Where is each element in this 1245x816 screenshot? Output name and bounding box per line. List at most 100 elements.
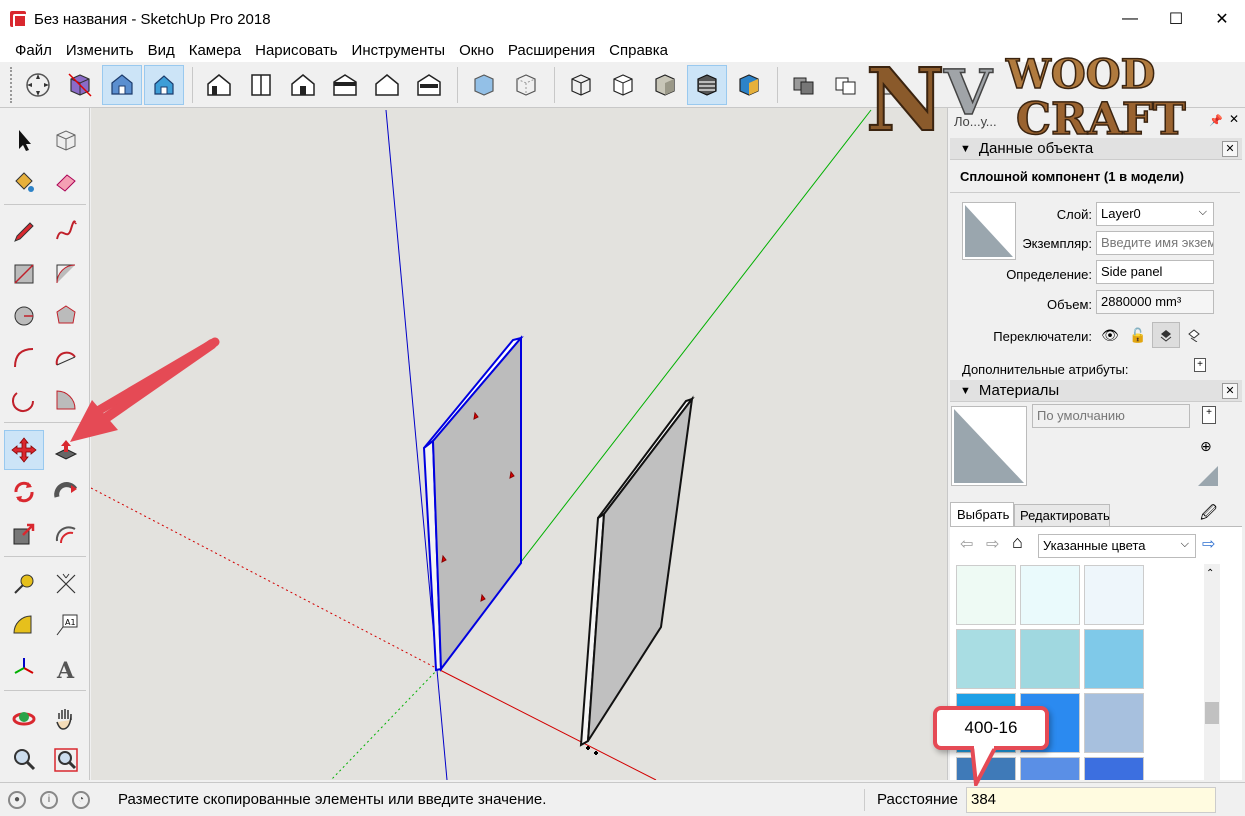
entity-info-header[interactable]: ▼ Данные объекта ✕ xyxy=(950,138,1242,160)
style-hidden-line-icon[interactable] xyxy=(603,65,643,105)
geolocation-icon[interactable]: ● xyxy=(8,790,26,809)
pin-icon[interactable]: 📌 xyxy=(1209,114,1223,127)
view-front-icon[interactable] xyxy=(283,65,323,105)
menu-tools[interactable]: Инструменты xyxy=(345,42,453,59)
minimize-button[interactable]: — xyxy=(1107,0,1153,38)
materials-close-icon[interactable]: ✕ xyxy=(1222,383,1238,399)
text-label-icon[interactable]: A1 xyxy=(46,606,86,646)
view-right-icon[interactable] xyxy=(325,65,365,105)
scroll-up-icon[interactable]: ⌃ xyxy=(1206,568,1214,579)
receive-shadows-icon[interactable] xyxy=(1152,322,1180,348)
menu-view[interactable]: Вид xyxy=(141,42,182,59)
color-swatch[interactable] xyxy=(1084,629,1144,689)
home-icon[interactable]: ⌂ xyxy=(1012,532,1023,553)
sample-paint-icon[interactable]: ⊕ xyxy=(1200,438,1220,458)
rotate-icon[interactable] xyxy=(4,472,44,512)
view-top-icon[interactable] xyxy=(241,65,281,105)
view-iso-icon[interactable] xyxy=(102,64,142,105)
follow-me-icon[interactable] xyxy=(46,472,86,512)
toolbar-grip[interactable] xyxy=(10,66,14,103)
tape-measure-icon[interactable] xyxy=(4,564,44,604)
menu-draw[interactable]: Нарисовать xyxy=(248,42,344,59)
rectangle-icon[interactable] xyxy=(4,254,44,294)
menu-window[interactable]: Окно xyxy=(452,42,501,59)
credits-icon[interactable]: i xyxy=(40,790,58,809)
zoom-icon[interactable] xyxy=(4,740,44,780)
view-left-icon[interactable] xyxy=(409,65,449,105)
color-swatch[interactable] xyxy=(1084,565,1144,625)
color-swatch[interactable] xyxy=(1020,565,1080,625)
view-back-icon[interactable] xyxy=(367,65,407,105)
view-iso-house-icon[interactable] xyxy=(199,65,239,105)
pan-hand-icon[interactable] xyxy=(46,698,86,738)
make-component-icon[interactable] xyxy=(46,120,86,160)
back-arrow-icon[interactable]: ⇦ xyxy=(960,534,973,554)
scroll-thumb[interactable] xyxy=(1205,702,1219,724)
instance-name-input[interactable]: Введите имя экзем xyxy=(1096,231,1214,255)
color-swatch[interactable] xyxy=(1020,757,1080,780)
menu-file[interactable]: Файл xyxy=(8,42,59,59)
circle-icon[interactable] xyxy=(4,296,44,336)
dimension-icon[interactable] xyxy=(46,564,86,604)
cast-shadows-icon[interactable] xyxy=(1180,322,1208,348)
close-button[interactable]: ✕ xyxy=(1199,0,1245,38)
protractor-icon[interactable] xyxy=(4,606,44,646)
solid-union-icon[interactable] xyxy=(784,65,824,105)
orbit-icon[interactable] xyxy=(4,698,44,738)
details-arrow-icon[interactable]: ⇨ xyxy=(1202,534,1215,554)
move-tool-icon[interactable] xyxy=(4,430,44,470)
style-monochrome-icon[interactable] xyxy=(729,65,769,105)
tray-close-icon[interactable]: ✕ xyxy=(1229,112,1239,126)
menu-camera[interactable]: Камера xyxy=(182,42,248,59)
entity-info-close-icon[interactable]: ✕ xyxy=(1222,141,1238,157)
arc-icon[interactable] xyxy=(4,338,44,378)
offset-icon[interactable] xyxy=(46,514,86,554)
visibility-eye-icon[interactable]: 👁 xyxy=(1096,322,1124,348)
tab-edit[interactable]: Редактировать xyxy=(1014,504,1110,526)
menu-help[interactable]: Справка xyxy=(602,42,675,59)
style-wireframe-icon[interactable] xyxy=(561,65,601,105)
section-cube-icon[interactable] xyxy=(60,65,100,105)
definition-input[interactable]: Side panel xyxy=(1096,260,1214,284)
default-material-icon[interactable] xyxy=(1196,464,1220,488)
tab-select[interactable]: Выбрать xyxy=(950,502,1014,526)
eraser-icon[interactable] xyxy=(46,162,86,202)
paint-bucket-icon[interactable] xyxy=(4,162,44,202)
freehand-icon[interactable] xyxy=(46,212,86,252)
style-xray-icon[interactable] xyxy=(464,65,504,105)
rotated-rectangle-icon[interactable] xyxy=(46,254,86,294)
menu-extensions[interactable]: Расширения xyxy=(501,42,602,59)
collection-select[interactable]: Указанные цвета ⌵ xyxy=(1038,534,1196,558)
style-shaded-textures-icon[interactable] xyxy=(687,64,727,105)
color-swatch[interactable] xyxy=(1020,629,1080,689)
maximize-button[interactable]: ☐ xyxy=(1153,0,1199,38)
style-back-edges-icon[interactable] xyxy=(506,65,546,105)
material-thumbnail[interactable] xyxy=(962,202,1016,260)
expand-plus-icon[interactable]: + xyxy=(1194,358,1206,372)
menu-edit[interactable]: Изменить xyxy=(59,42,141,59)
view-perspective-icon[interactable] xyxy=(144,64,184,105)
material-name-field[interactable]: По умолчанию xyxy=(1032,404,1190,428)
zoom-window-icon[interactable] xyxy=(46,740,86,780)
solid-tools-icon[interactable] xyxy=(868,65,908,105)
style-shaded-icon[interactable] xyxy=(645,65,685,105)
solid-outer-shell-icon[interactable] xyxy=(826,65,866,105)
select-arrow-icon[interactable] xyxy=(4,120,44,160)
lock-icon[interactable]: 🔓 xyxy=(1124,322,1152,348)
three-point-arc-icon[interactable] xyxy=(4,380,44,420)
eyedropper-icon[interactable]: 🖉 xyxy=(1200,502,1217,529)
scale-icon[interactable] xyxy=(4,514,44,554)
pencil-line-icon[interactable] xyxy=(4,212,44,252)
3d-text-icon[interactable]: A xyxy=(46,648,86,688)
materials-header[interactable]: ▼ Материалы ✕ xyxy=(950,380,1242,402)
user-account-icon[interactable]: ◔ xyxy=(72,790,90,809)
forward-arrow-icon[interactable]: ⇨ xyxy=(986,534,999,554)
axes-icon[interactable] xyxy=(4,648,44,688)
measurements-input[interactable]: 384 xyxy=(966,787,1216,813)
layer-select[interactable]: Layer0 ⌵ xyxy=(1096,202,1214,226)
color-swatch[interactable] xyxy=(956,565,1016,625)
color-swatch[interactable] xyxy=(956,629,1016,689)
color-swatch[interactable] xyxy=(1084,757,1144,780)
camera-position-icon[interactable] xyxy=(18,65,58,105)
swatch-scrollbar[interactable]: ⌃ xyxy=(1204,564,1220,780)
